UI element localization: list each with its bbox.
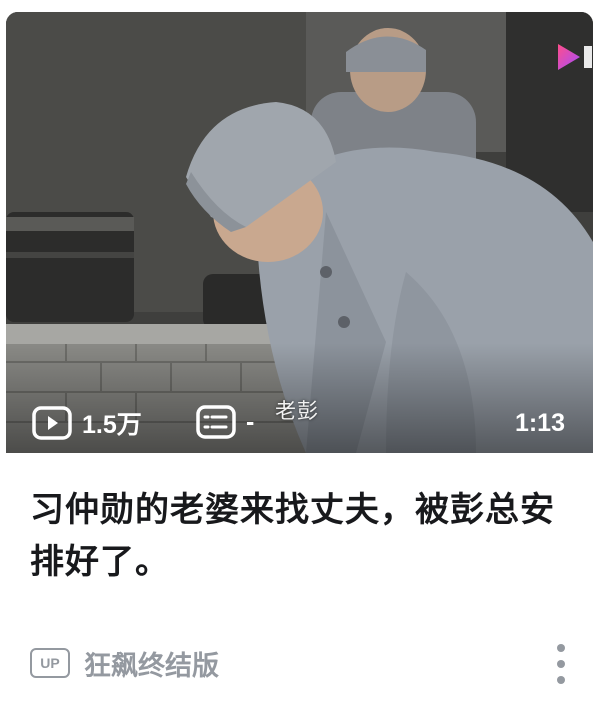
video-subtitle: 老彭: [275, 399, 319, 423]
play-icon: [32, 406, 72, 440]
danmaku-count: -: [196, 405, 254, 439]
danmaku-icon: [196, 405, 236, 439]
more-vertical-icon[interactable]: [554, 644, 568, 684]
video-card[interactable]: 老彭 1.5万 - 1:13 习仲勋的老婆来找丈夫，被彭总安排好了。 UP 狂飙…: [0, 0, 606, 706]
author-row[interactable]: UP 狂飙终结版: [30, 643, 219, 683]
video-thumbnail[interactable]: 老彭 1.5万 - 1:13: [6, 12, 593, 453]
author-name[interactable]: 狂飙终结版: [84, 644, 219, 683]
more-dot: [557, 676, 565, 684]
view-count-value: 1.5万: [82, 411, 142, 439]
danmaku-count-value: -: [246, 407, 255, 436]
bilibili-tv-logo-icon: [558, 44, 592, 70]
video-title[interactable]: 习仲勋的老婆来找丈夫，被彭总安排好了。: [30, 484, 560, 588]
more-dot: [557, 660, 565, 668]
video-duration: 1:13: [514, 409, 565, 437]
more-dot: [557, 644, 565, 652]
up-badge: UP: [30, 648, 70, 678]
view-count: 1.5万: [32, 405, 142, 441]
